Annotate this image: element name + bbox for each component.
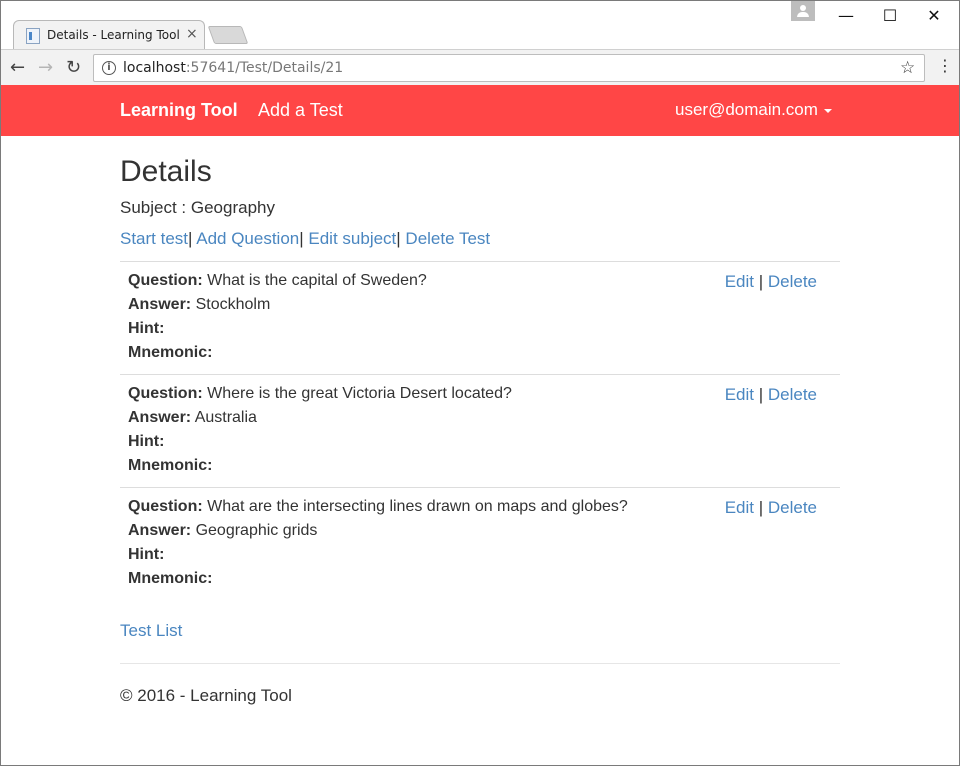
answer-label: Answer:	[128, 522, 192, 539]
mnemonic-label: Mnemonic:	[128, 344, 213, 361]
delete-question-link[interactable]: Delete	[768, 498, 817, 517]
separator: |	[753, 385, 768, 404]
delete-test-link[interactable]: Delete Test	[405, 229, 490, 248]
separator: |	[753, 272, 768, 291]
title-bar: Details - Learning Tool × — ☐ ✕	[1, 1, 959, 50]
answer-line: Answer: Australia	[128, 409, 257, 427]
answer-label: Answer:	[128, 409, 192, 426]
question-item: Question: What are the intersecting line…	[120, 487, 840, 600]
question-line: Question: What is the capital of Sweden?	[128, 272, 427, 290]
arrow-left-icon[interactable]: ←	[10, 56, 25, 80]
edit-question-link[interactable]: Edit	[725, 272, 754, 291]
answer-text: Australia	[194, 409, 257, 426]
site-navbar: Learning Tool Add a Test user@domain.com	[1, 85, 959, 136]
question-actions: Edit | Delete	[725, 272, 817, 292]
brand-link[interactable]: Learning Tool	[120, 100, 238, 121]
mnemonic-label: Mnemonic:	[128, 570, 213, 587]
browser-tab[interactable]: Details - Learning Tool ×	[13, 20, 205, 50]
start-test-link[interactable]: Start test	[120, 229, 188, 248]
address-bar[interactable]: i localhost:57641/Test/Details/21 ☆	[93, 54, 925, 82]
add-question-link[interactable]: Add Question	[196, 229, 299, 248]
tab-close-icon[interactable]: ×	[186, 26, 198, 42]
page-favicon-icon	[26, 28, 40, 44]
caret-down-icon	[823, 108, 832, 113]
separator: |	[188, 229, 197, 248]
close-window-button[interactable]: ✕	[911, 1, 957, 31]
mnemonic-line: Mnemonic:	[128, 457, 212, 475]
edit-subject-link[interactable]: Edit subject	[308, 229, 396, 248]
answer-line: Answer: Geographic grids	[128, 522, 317, 540]
user-email: user@domain.com	[675, 100, 818, 119]
question-list: Question: What is the capital of Sweden?…	[120, 261, 840, 600]
question-label: Question:	[128, 498, 203, 515]
minimize-button[interactable]: —	[823, 1, 869, 31]
hint-line: Hint:	[128, 320, 164, 338]
info-icon[interactable]: i	[102, 61, 116, 75]
subject-line: Subject : Geography	[120, 198, 275, 218]
edit-question-link[interactable]: Edit	[725, 385, 754, 404]
test-actions: Start test| Add Question| Edit subject| …	[120, 229, 490, 249]
browser-toolbar: ← → ↻ i localhost:57641/Test/Details/21 …	[1, 49, 959, 86]
question-actions: Edit | Delete	[725, 498, 817, 518]
question-item: Question: What is the capital of Sweden?…	[120, 261, 840, 374]
mnemonic-line: Mnemonic:	[128, 570, 212, 588]
new-tab-button[interactable]	[207, 26, 249, 44]
hint-line: Hint:	[128, 433, 164, 451]
url-text[interactable]: localhost:57641/Test/Details/21	[123, 60, 343, 76]
question-actions: Edit | Delete	[725, 385, 817, 405]
url-host: localhost	[123, 60, 186, 76]
footer-divider	[120, 663, 840, 664]
mnemonic-line: Mnemonic:	[128, 344, 212, 362]
mnemonic-label: Mnemonic:	[128, 457, 213, 474]
question-text: Where is the great Victoria Desert locat…	[207, 385, 512, 402]
subject-label: Subject :	[120, 198, 191, 217]
hint-line: Hint:	[128, 546, 164, 564]
question-line: Question: What are the intersecting line…	[128, 498, 628, 516]
question-item: Question: Where is the great Victoria De…	[120, 374, 840, 487]
add-test-link[interactable]: Add a Test	[258, 100, 343, 121]
footer-text: © 2016 - Learning Tool	[120, 686, 292, 705]
edit-question-link[interactable]: Edit	[725, 498, 754, 517]
reload-icon[interactable]: ↻	[66, 56, 81, 80]
question-label: Question:	[128, 385, 203, 402]
profile-icon[interactable]	[791, 1, 815, 21]
user-menu-toggle[interactable]: user@domain.com	[675, 100, 832, 120]
maximize-button[interactable]: ☐	[867, 1, 913, 31]
hint-label: Hint:	[128, 320, 165, 337]
question-line: Question: Where is the great Victoria De…	[128, 385, 512, 403]
question-text: What are the intersecting lines drawn on…	[207, 498, 628, 515]
answer-label: Answer:	[128, 296, 192, 313]
answer-text: Geographic grids	[195, 522, 318, 539]
delete-question-link[interactable]: Delete	[768, 385, 817, 404]
separator: |	[753, 498, 768, 517]
test-list-link[interactable]: Test List	[120, 621, 182, 641]
question-label: Question:	[128, 272, 203, 289]
page-title: Details	[120, 155, 212, 188]
subject-value: Geography	[190, 198, 275, 217]
delete-question-link[interactable]: Delete	[768, 272, 817, 291]
kebab-menu-icon[interactable]: ⋮	[937, 56, 953, 75]
answer-line: Answer: Stockholm	[128, 296, 270, 314]
hint-label: Hint:	[128, 546, 165, 563]
answer-text: Stockholm	[195, 296, 271, 313]
url-path: :57641/Test/Details/21	[185, 60, 344, 76]
hint-label: Hint:	[128, 433, 165, 450]
arrow-right-icon[interactable]: →	[38, 56, 53, 80]
star-icon[interactable]: ☆	[900, 58, 915, 78]
question-text: What is the capital of Sweden?	[207, 272, 427, 289]
tab-title: Details - Learning Tool	[47, 28, 180, 42]
